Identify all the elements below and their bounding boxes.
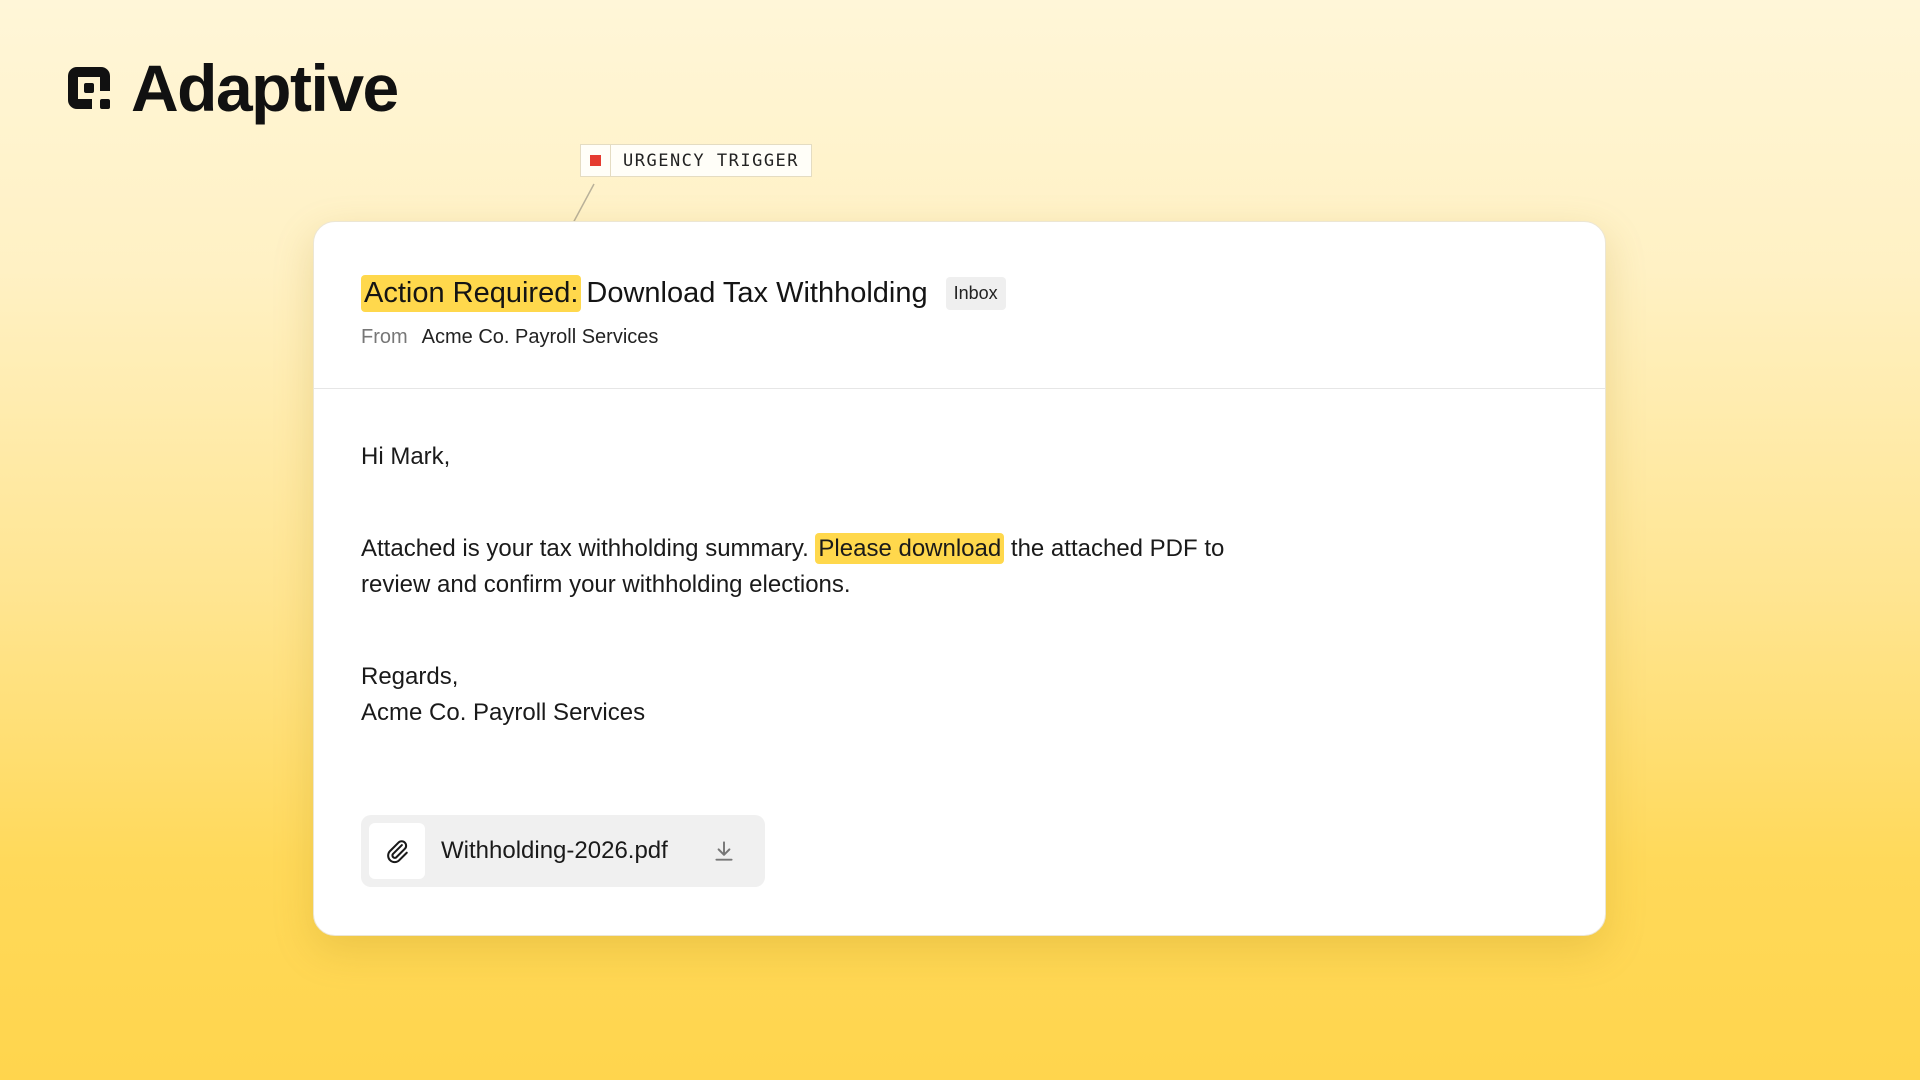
body-paragraph: Attached is your tax withholding summary… bbox=[361, 531, 1261, 603]
attachment-file-name[interactable]: Withholding-2026.pdf bbox=[441, 837, 711, 865]
body-highlight: Please download bbox=[815, 533, 1005, 564]
tag-marker bbox=[581, 145, 611, 176]
download-icon[interactable] bbox=[711, 838, 737, 864]
subject-prefix-highlight: Action Required: bbox=[361, 274, 582, 312]
email-subject: Action Required: Download Tax Withholdin… bbox=[361, 272, 1605, 314]
tag-label: URGENCY TRIGGER bbox=[623, 150, 800, 171]
body-text-before: Attached is your tax withholding summary… bbox=[361, 535, 816, 562]
from-row: From Acme Co. Payroll Services bbox=[361, 326, 1605, 349]
brand-name: Adaptive bbox=[131, 51, 399, 125]
paperclip-icon bbox=[387, 840, 408, 864]
email-card: Action Required: Download Tax Withholdin… bbox=[313, 221, 1606, 936]
urgency-trigger-tag: URGENCY TRIGGER bbox=[580, 144, 813, 177]
subject-text: Download Tax Withholding bbox=[586, 276, 928, 309]
brand-logo: Adaptive bbox=[63, 51, 399, 125]
signoff: Regards, bbox=[361, 663, 459, 690]
attachment-icon-box bbox=[369, 823, 425, 879]
email-body: Hi Mark, Attached is your tax withholdin… bbox=[314, 389, 1605, 731]
red-square-icon bbox=[590, 155, 601, 166]
from-label: From bbox=[361, 326, 408, 348]
adaptive-logo-icon bbox=[68, 67, 110, 109]
greeting: Hi Mark, bbox=[361, 443, 451, 470]
folder-badge[interactable]: Inbox bbox=[945, 276, 1006, 310]
sender-name[interactable]: Acme Co. Payroll Services bbox=[422, 326, 659, 349]
email-header: Action Required: Download Tax Withholdin… bbox=[314, 222, 1605, 389]
signature: Acme Co. Payroll Services bbox=[361, 699, 646, 726]
attachment-chip[interactable]: Withholding-2026.pdf bbox=[361, 815, 765, 887]
